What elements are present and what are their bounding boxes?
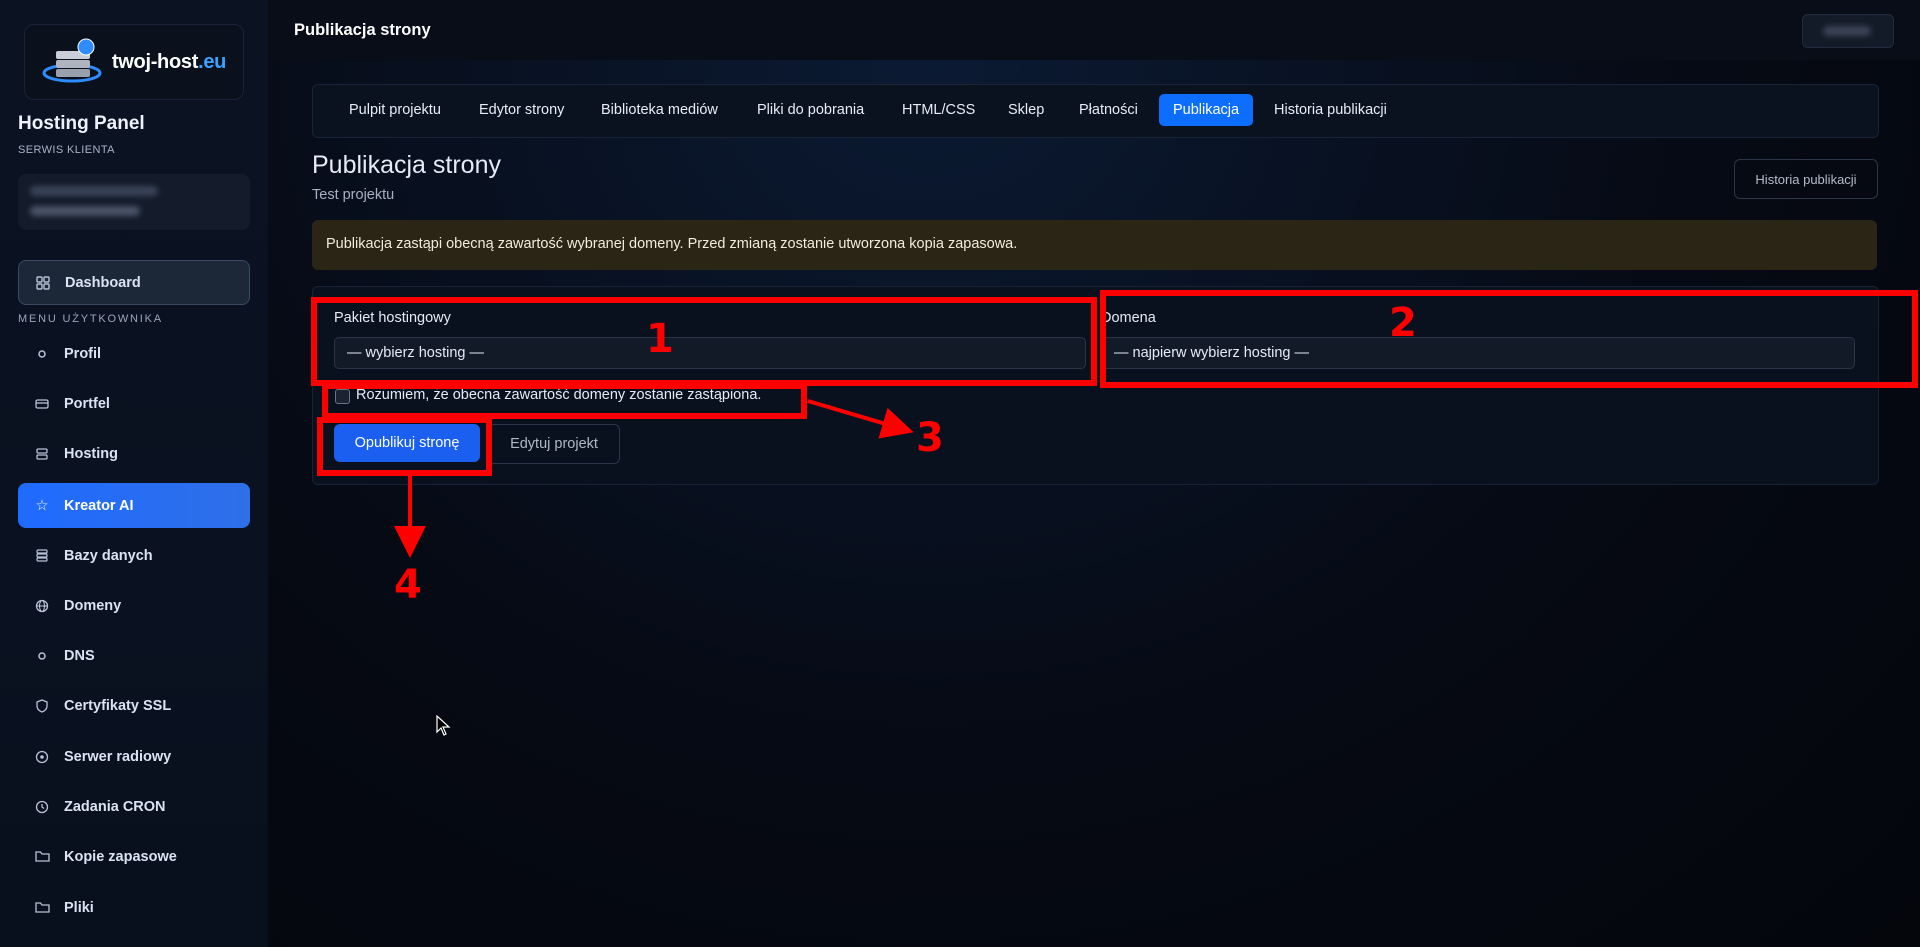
mouse-cursor-icon [436, 715, 451, 736]
annotation-arrows [394, 399, 914, 558]
arrow-3 [807, 399, 914, 439]
